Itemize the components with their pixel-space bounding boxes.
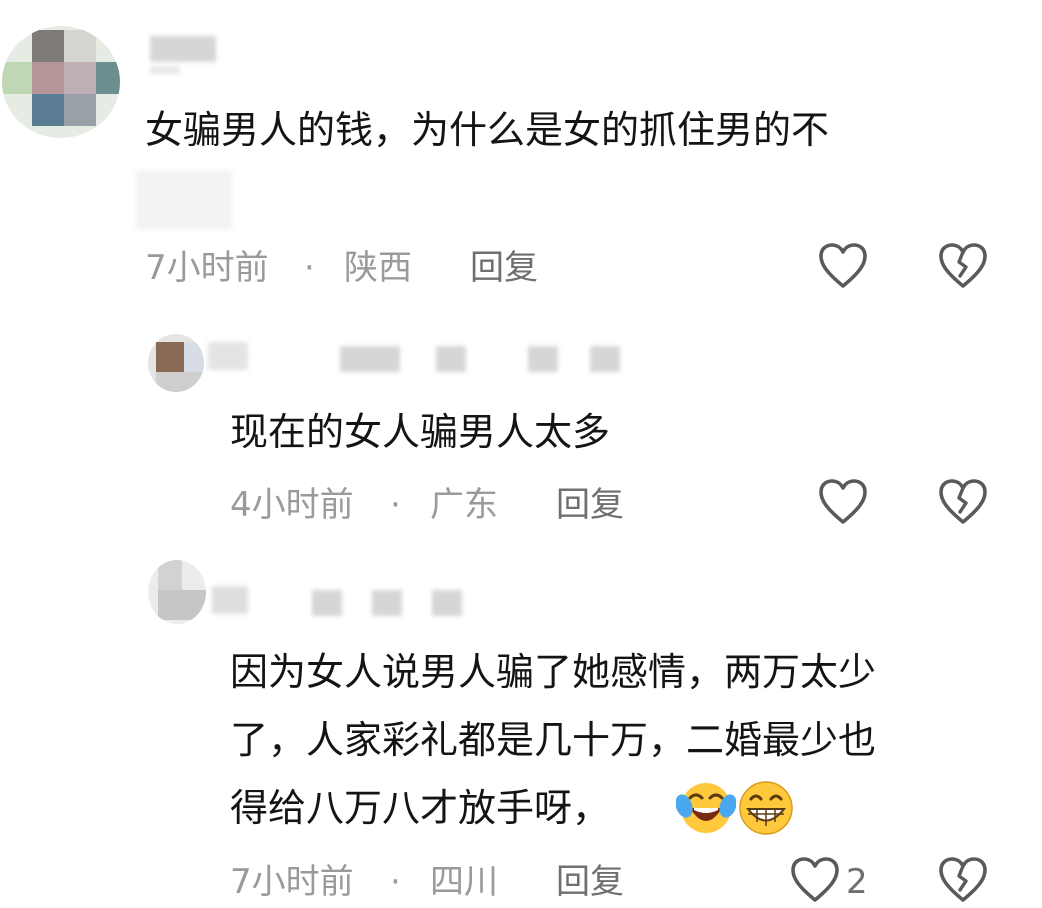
comment-text-line-1: 因为女人说男人骗了她感情，两万太少 [230, 650, 877, 694]
username-blurred [528, 346, 558, 372]
username-blurred[interactable] [212, 586, 248, 614]
comment-location: 广东 [430, 485, 498, 525]
like-count: 2 [846, 862, 868, 902]
avatar[interactable] [148, 560, 206, 624]
username-blurred [436, 346, 466, 372]
comment-text-blurred-overflow [136, 170, 232, 230]
avatar[interactable] [148, 334, 204, 392]
username-blurred[interactable] [150, 36, 216, 62]
comment-text-line-3: 得给八万八才放手呀， [230, 786, 611, 830]
username-blurred [590, 346, 620, 372]
reply-button[interactable]: 回复 [556, 485, 624, 525]
username-blurred [312, 590, 342, 616]
username-blurred-tail [150, 66, 180, 74]
grinning-emoji [739, 781, 793, 835]
heart-outline-icon[interactable] [818, 242, 868, 290]
comment-text: 现在的女人骗男人太多 [230, 410, 611, 454]
heart-outline-icon[interactable] [790, 856, 840, 904]
meta-separator: · [304, 248, 315, 288]
reply-button[interactable]: 回复 [556, 862, 624, 902]
comment-text: 女骗男人的钱，为什么是女的抓住男的不 [145, 108, 830, 152]
broken-heart-icon[interactable] [938, 242, 988, 290]
heart-outline-icon[interactable] [818, 478, 868, 526]
comment-text-line-2: 了，人家彩礼都是几十万，二婚最少也 [230, 718, 877, 762]
username-blurred [432, 590, 462, 616]
avatar[interactable] [2, 26, 120, 138]
reply-button[interactable]: 回复 [470, 248, 538, 288]
meta-separator: · [390, 862, 401, 902]
laughing-tears-emoji [676, 783, 736, 833]
meta-separator: · [390, 485, 401, 525]
broken-heart-icon[interactable] [938, 856, 988, 904]
comment-time: 7小时前 [145, 248, 269, 288]
username-blurred [340, 346, 400, 372]
comment-location: 四川 [430, 862, 498, 902]
comment-time: 4小时前 [230, 485, 354, 525]
username-blurred[interactable] [208, 342, 248, 370]
broken-heart-icon[interactable] [938, 478, 988, 526]
comment-time: 7小时前 [230, 862, 354, 902]
comment-location: 陕西 [344, 248, 412, 288]
username-blurred [372, 590, 402, 616]
